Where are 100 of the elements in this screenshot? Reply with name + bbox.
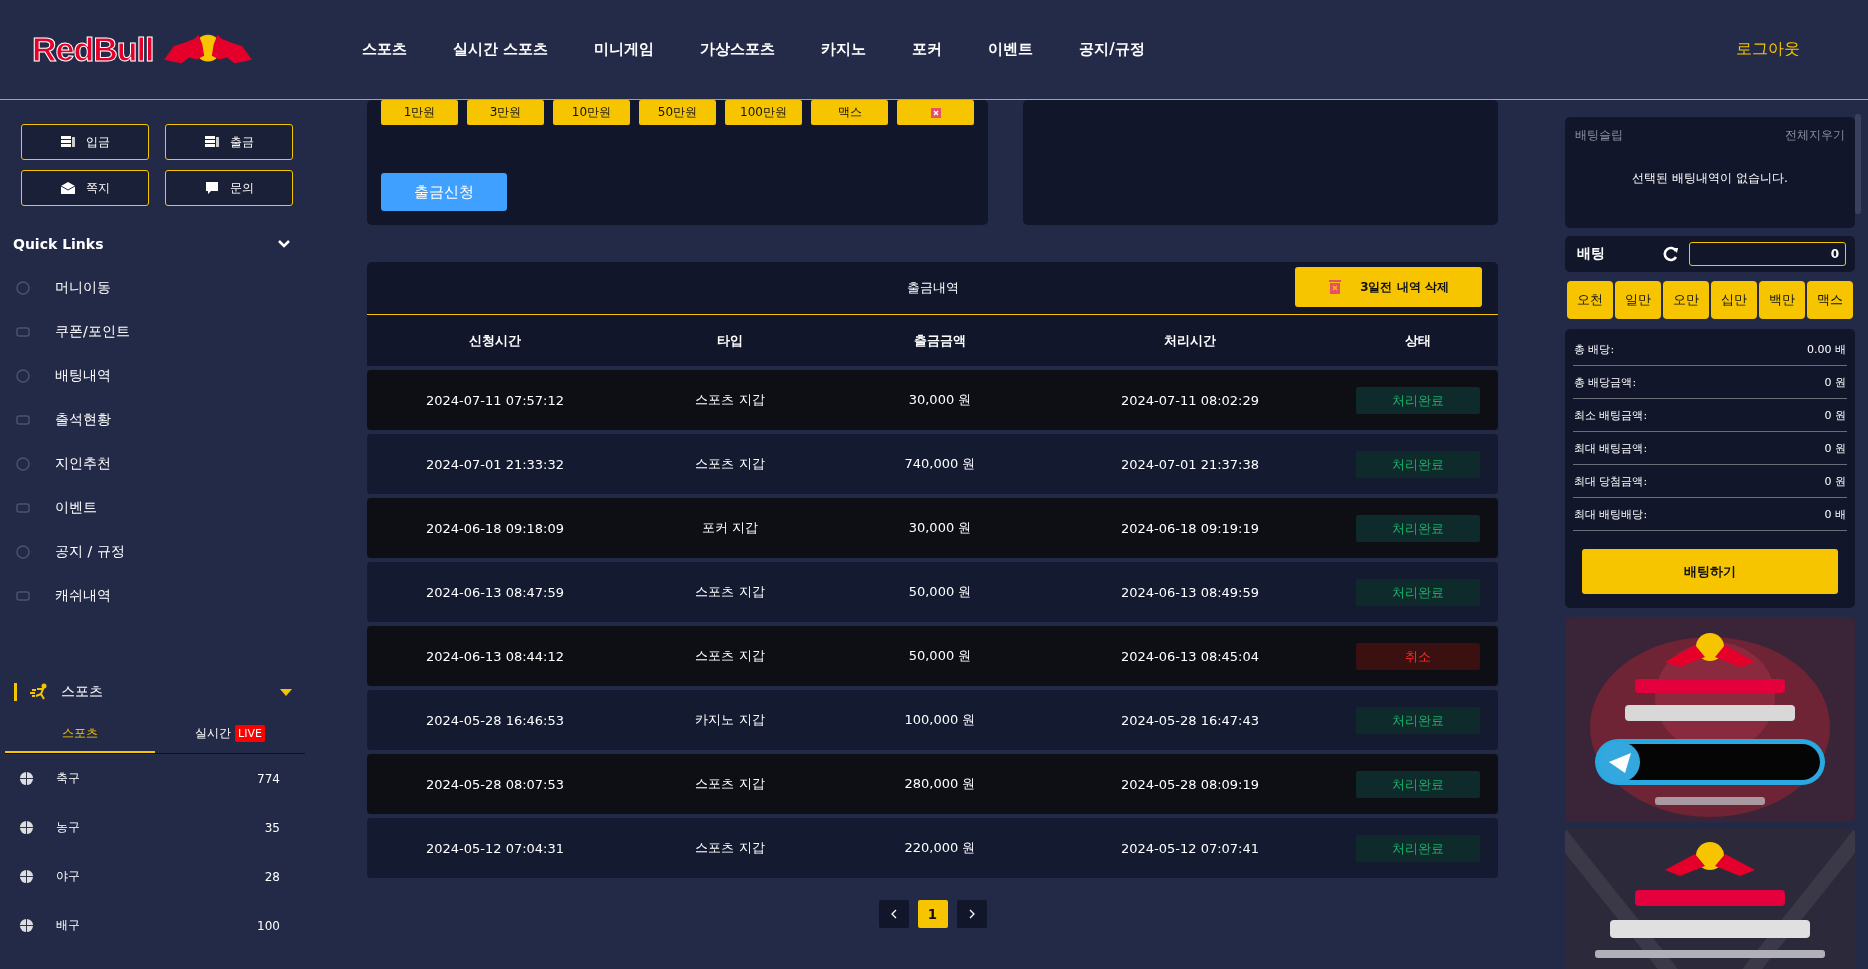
- table-cell: 2024-05-12 07:07:41: [1120, 840, 1260, 856]
- event-count: 28: [264, 869, 280, 884]
- table-cell: 스포츠 지갑: [695, 391, 765, 409]
- table-cell: 2024-05-28 08:07:53: [425, 776, 565, 792]
- link-icon: [15, 412, 31, 428]
- amount-chip[interactable]: 일만: [1615, 281, 1661, 319]
- sidebar-link[interactable]: 쿠폰/포인트: [55, 323, 130, 341]
- amount-chip[interactable]: 1만원: [381, 100, 458, 125]
- sidebar-link[interactable]: 이벤트: [55, 499, 97, 517]
- table-cell: 2024-06-18 09:18:09: [425, 520, 565, 536]
- table-cell: 포커 지갑: [701, 519, 759, 537]
- sidebar-link[interactable]: 공지 / 규정: [55, 543, 125, 561]
- nav-link[interactable]: 미니게임: [594, 40, 655, 59]
- nav-link[interactable]: 포커: [912, 40, 943, 59]
- sidebar-link[interactable]: 지인추천: [55, 455, 111, 473]
- stake-label: 배팅: [1577, 245, 1606, 263]
- amount-chip[interactable]: 십만: [1711, 281, 1757, 319]
- clear-button[interactable]: [897, 100, 974, 125]
- amount-chip[interactable]: 백만: [1759, 281, 1805, 319]
- logout-link[interactable]: 로그아웃: [1736, 39, 1800, 60]
- summary-value: 0 원: [1824, 473, 1846, 489]
- action-button[interactable]: 쪽지: [21, 170, 149, 206]
- sidebar-link[interactable]: 출석현황: [55, 411, 111, 429]
- scrollbar[interactable]: [1855, 114, 1861, 214]
- table-cell: 2024-07-11 07:57:12: [425, 392, 565, 408]
- previous-page-button[interactable]: [878, 900, 909, 928]
- summary-label: 최대 배팅금액:: [1574, 440, 1648, 456]
- ball-icon: [19, 869, 34, 884]
- table-cell: 2024-06-13 08:44:12: [425, 648, 565, 664]
- table-cell: 2024-06-13 08:49:59: [1120, 584, 1260, 600]
- sport-link[interactable]: 배구: [56, 917, 80, 934]
- page-button[interactable]: 1: [917, 900, 948, 928]
- column-header: 출금금액: [914, 331, 966, 350]
- sidebar-link[interactable]: 배팅내역: [55, 367, 111, 385]
- summary-value: 0 배: [1824, 506, 1846, 522]
- cash-stack-icon: [60, 135, 76, 149]
- nav-link[interactable]: 공지/규정: [1079, 40, 1145, 59]
- summary-value: 0 원: [1824, 440, 1846, 456]
- amount-chip[interactable]: 맥스: [1807, 281, 1853, 319]
- action-button[interactable]: 입금: [21, 124, 149, 160]
- table-cell: 2024-07-11 08:02:29: [1120, 392, 1260, 408]
- betslip-title: 배팅슬립: [1575, 127, 1623, 144]
- place-bet-button[interactable]: 배팅하기: [1582, 549, 1838, 594]
- next-page-button[interactable]: [956, 900, 987, 928]
- status-badge: 처리완료: [1355, 578, 1480, 606]
- chevron-left-icon: [889, 909, 898, 919]
- table-cell: 2024-07-01 21:37:38: [1120, 456, 1260, 472]
- sports-tab[interactable]: 스포츠: [5, 715, 155, 753]
- nav-link[interactable]: 이벤트: [988, 40, 1034, 59]
- table-cell: 스포츠 지갑: [695, 647, 765, 665]
- sport-link[interactable]: 축구: [56, 770, 80, 787]
- summary-label: 총 배당금액:: [1574, 374, 1637, 390]
- link-icon: [15, 324, 31, 340]
- amount-chip[interactable]: 50만원: [639, 100, 716, 125]
- ball-icon: [19, 918, 34, 933]
- amount-chip[interactable]: 오만: [1663, 281, 1709, 319]
- table-cell: 스포츠 지갑: [695, 775, 765, 793]
- chevron-icon[interactable]: [277, 239, 291, 249]
- stake-field[interactable]: 0: [1689, 242, 1846, 266]
- action-button[interactable]: 문의: [165, 170, 293, 206]
- sport-link[interactable]: 야구: [56, 868, 80, 885]
- status-badge: 처리완료: [1355, 450, 1480, 478]
- amount-chip[interactable]: 오천: [1567, 281, 1613, 319]
- link-icon: [15, 456, 31, 472]
- link-icon: [15, 588, 31, 604]
- caret-icon[interactable]: [279, 687, 293, 697]
- nav-link[interactable]: 실시간 스포츠: [453, 40, 549, 59]
- refresh-icon[interactable]: [1663, 246, 1679, 262]
- action-button[interactable]: 출금: [165, 124, 293, 160]
- summary-label: 최대 배팅배당:: [1574, 506, 1648, 522]
- amount-chip[interactable]: 맥스: [811, 100, 888, 125]
- table-cell: 100,000 원: [904, 711, 976, 729]
- delete-button[interactable]: 3일전 내역 삭제: [1295, 267, 1482, 307]
- summary-value: 0 원: [1824, 407, 1846, 423]
- sidebar-link[interactable]: 캐쉬내역: [55, 587, 111, 605]
- table-cell: 카지노 지갑: [695, 711, 765, 729]
- column-header: 신청시간: [469, 331, 521, 350]
- runner-icon: [29, 683, 49, 701]
- section-title: Quick Links: [13, 236, 104, 252]
- nav-link[interactable]: 카지노: [821, 40, 867, 59]
- table-cell: 2024-06-13 08:47:59: [425, 584, 565, 600]
- nav-link[interactable]: 스포츠: [362, 40, 407, 59]
- amount-chip[interactable]: 100만원: [725, 100, 802, 125]
- chevron-right-icon: [967, 909, 976, 919]
- table-cell: 30,000 원: [908, 391, 972, 409]
- sport-link[interactable]: 농구: [56, 819, 80, 836]
- table-cell: 2024-07-01 21:33:32: [425, 456, 565, 472]
- clear-all-link[interactable]: 전체지우기: [1785, 127, 1845, 144]
- cash-stack-icon: [204, 135, 220, 149]
- nav-link[interactable]: 가상스포츠: [700, 40, 776, 59]
- table-cell: 스포츠 지갑: [695, 839, 765, 857]
- sports-tab[interactable]: 실시간 LIVE: [155, 715, 305, 753]
- empty-message: 선택된 배팅내역이 없습니다.: [1631, 170, 1789, 187]
- table-cell: 740,000 원: [904, 455, 976, 473]
- link-icon: [15, 368, 31, 384]
- summary-label: 최대 당첨금액:: [1574, 473, 1648, 489]
- amount-chip[interactable]: 3만원: [467, 100, 544, 125]
- table-cell: 스포츠 지갑: [695, 455, 765, 473]
- sidebar-link[interactable]: 머니이동: [55, 279, 111, 297]
- amount-chip[interactable]: 10만원: [553, 100, 630, 125]
